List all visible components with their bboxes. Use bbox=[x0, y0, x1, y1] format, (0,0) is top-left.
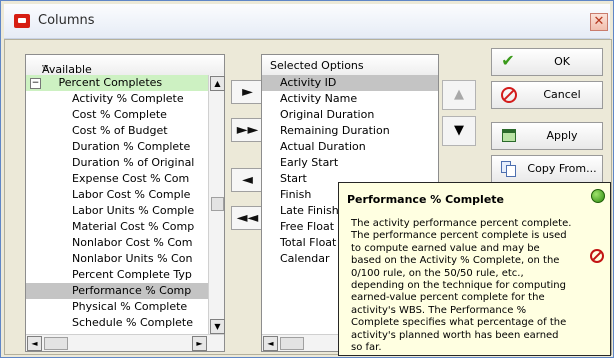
selected-options-title: Selected Options bbox=[270, 59, 364, 72]
green-status-icon bbox=[589, 187, 605, 203]
copy-from-button[interactable]: Copy From... bbox=[491, 155, 603, 183]
available-option-item[interactable]: Duration % of Original bbox=[26, 155, 209, 171]
available-option-item[interactable]: Cost % Complete bbox=[26, 107, 209, 123]
group-toggle-icon[interactable]: − bbox=[30, 77, 41, 89]
tooltip-text: The activity performance percent complet… bbox=[351, 218, 572, 354]
add-all-button[interactable]: ►► bbox=[231, 118, 264, 142]
add-button[interactable]: ► bbox=[231, 80, 264, 104]
available-vertical-scrollbar[interactable]: ▲ ▼ bbox=[208, 75, 225, 335]
h-scroll-thumb[interactable] bbox=[280, 337, 304, 350]
available-option-item[interactable]: Cost % of Budget bbox=[26, 123, 209, 139]
copy-icon bbox=[500, 160, 516, 177]
selected-option-item[interactable]: Actual Duration bbox=[262, 139, 438, 155]
no-entry-icon bbox=[590, 249, 604, 263]
close-icon: ✕ bbox=[593, 14, 605, 29]
move-down-button[interactable]: ▼ bbox=[442, 116, 476, 146]
apply-button[interactable]: Apply bbox=[491, 122, 603, 150]
app-icon bbox=[14, 14, 30, 28]
selected-option-item[interactable]: Activity ID bbox=[262, 75, 438, 91]
available-option-item[interactable]: Schedule % Complete bbox=[26, 315, 209, 331]
scroll-down-icon[interactable]: ▼ bbox=[210, 319, 225, 334]
copy-from-label: Copy From... bbox=[527, 162, 597, 175]
ok-label: OK bbox=[554, 55, 570, 68]
selected-option-item[interactable]: Activity Name bbox=[262, 91, 438, 107]
group-label: Percent Completes bbox=[58, 76, 163, 89]
available-option-item[interactable]: Activity % Complete bbox=[26, 91, 209, 107]
available-option-item[interactable]: Performance % Comp bbox=[26, 283, 209, 299]
move-up-button[interactable]: ▲ bbox=[442, 80, 476, 110]
apply-label: Apply bbox=[546, 129, 578, 142]
available-horizontal-scrollbar[interactable]: ◄ ► bbox=[26, 334, 224, 351]
scroll-up-icon[interactable]: ▲ bbox=[210, 76, 225, 91]
available-options-panel: ▽ Available Options − Percent Completes … bbox=[25, 54, 225, 352]
close-button[interactable]: ✕ bbox=[590, 13, 608, 31]
available-option-item[interactable]: Material Cost % Comp bbox=[26, 219, 209, 235]
apply-icon bbox=[500, 127, 516, 143]
selected-option-item[interactable]: Remaining Duration bbox=[262, 123, 438, 139]
available-option-item[interactable]: Physical % Complete bbox=[26, 299, 209, 315]
remove-all-button[interactable]: ◄◄ bbox=[231, 206, 264, 230]
cancel-button[interactable]: Cancel bbox=[491, 81, 603, 109]
checkmark-icon: ✔ bbox=[501, 51, 515, 70]
selected-options-header: Selected Options bbox=[262, 55, 438, 76]
scroll-left-icon[interactable]: ◄ bbox=[263, 336, 278, 351]
title-bar: Columns ✕ bbox=[4, 4, 610, 39]
available-options-list: − Percent Completes Activity % Complete C… bbox=[26, 75, 224, 331]
cancel-icon bbox=[500, 86, 517, 103]
selected-option-item[interactable]: Early Start bbox=[262, 155, 438, 171]
available-option-item[interactable]: Nonlabor Units % Con bbox=[26, 251, 209, 267]
scroll-right-icon[interactable]: ► bbox=[192, 336, 207, 351]
available-options-header[interactable]: ▽ Available Options bbox=[26, 55, 224, 89]
available-option-item[interactable]: Duration % Complete bbox=[26, 139, 209, 155]
available-option-item[interactable]: Expense Cost % Com bbox=[26, 171, 209, 187]
scroll-thumb[interactable] bbox=[211, 197, 224, 211]
dialog-title: Columns bbox=[38, 13, 95, 28]
available-option-item[interactable]: Percent Complete Typ bbox=[26, 267, 209, 283]
selected-option-item[interactable]: Original Duration bbox=[262, 107, 438, 123]
ok-button[interactable]: ✔ OK bbox=[491, 48, 603, 76]
available-option-item[interactable]: Labor Cost % Comple bbox=[26, 187, 209, 203]
available-option-item[interactable]: Labor Units % Comple bbox=[26, 203, 209, 219]
scroll-left-icon[interactable]: ◄ bbox=[27, 336, 42, 351]
h-scroll-thumb[interactable] bbox=[44, 337, 68, 350]
group-row[interactable]: − Percent Completes bbox=[26, 75, 224, 91]
remove-button[interactable]: ◄ bbox=[231, 168, 264, 192]
columns-dialog: Columns ✕ ▽ Available Options − Percent … bbox=[0, 0, 614, 358]
available-option-item[interactable]: Nonlabor Cost % Com bbox=[26, 235, 209, 251]
tooltip-title: Performance % Complete bbox=[347, 193, 505, 206]
cancel-label: Cancel bbox=[543, 88, 581, 101]
help-tooltip: Performance % Complete The activity perf… bbox=[338, 182, 611, 356]
